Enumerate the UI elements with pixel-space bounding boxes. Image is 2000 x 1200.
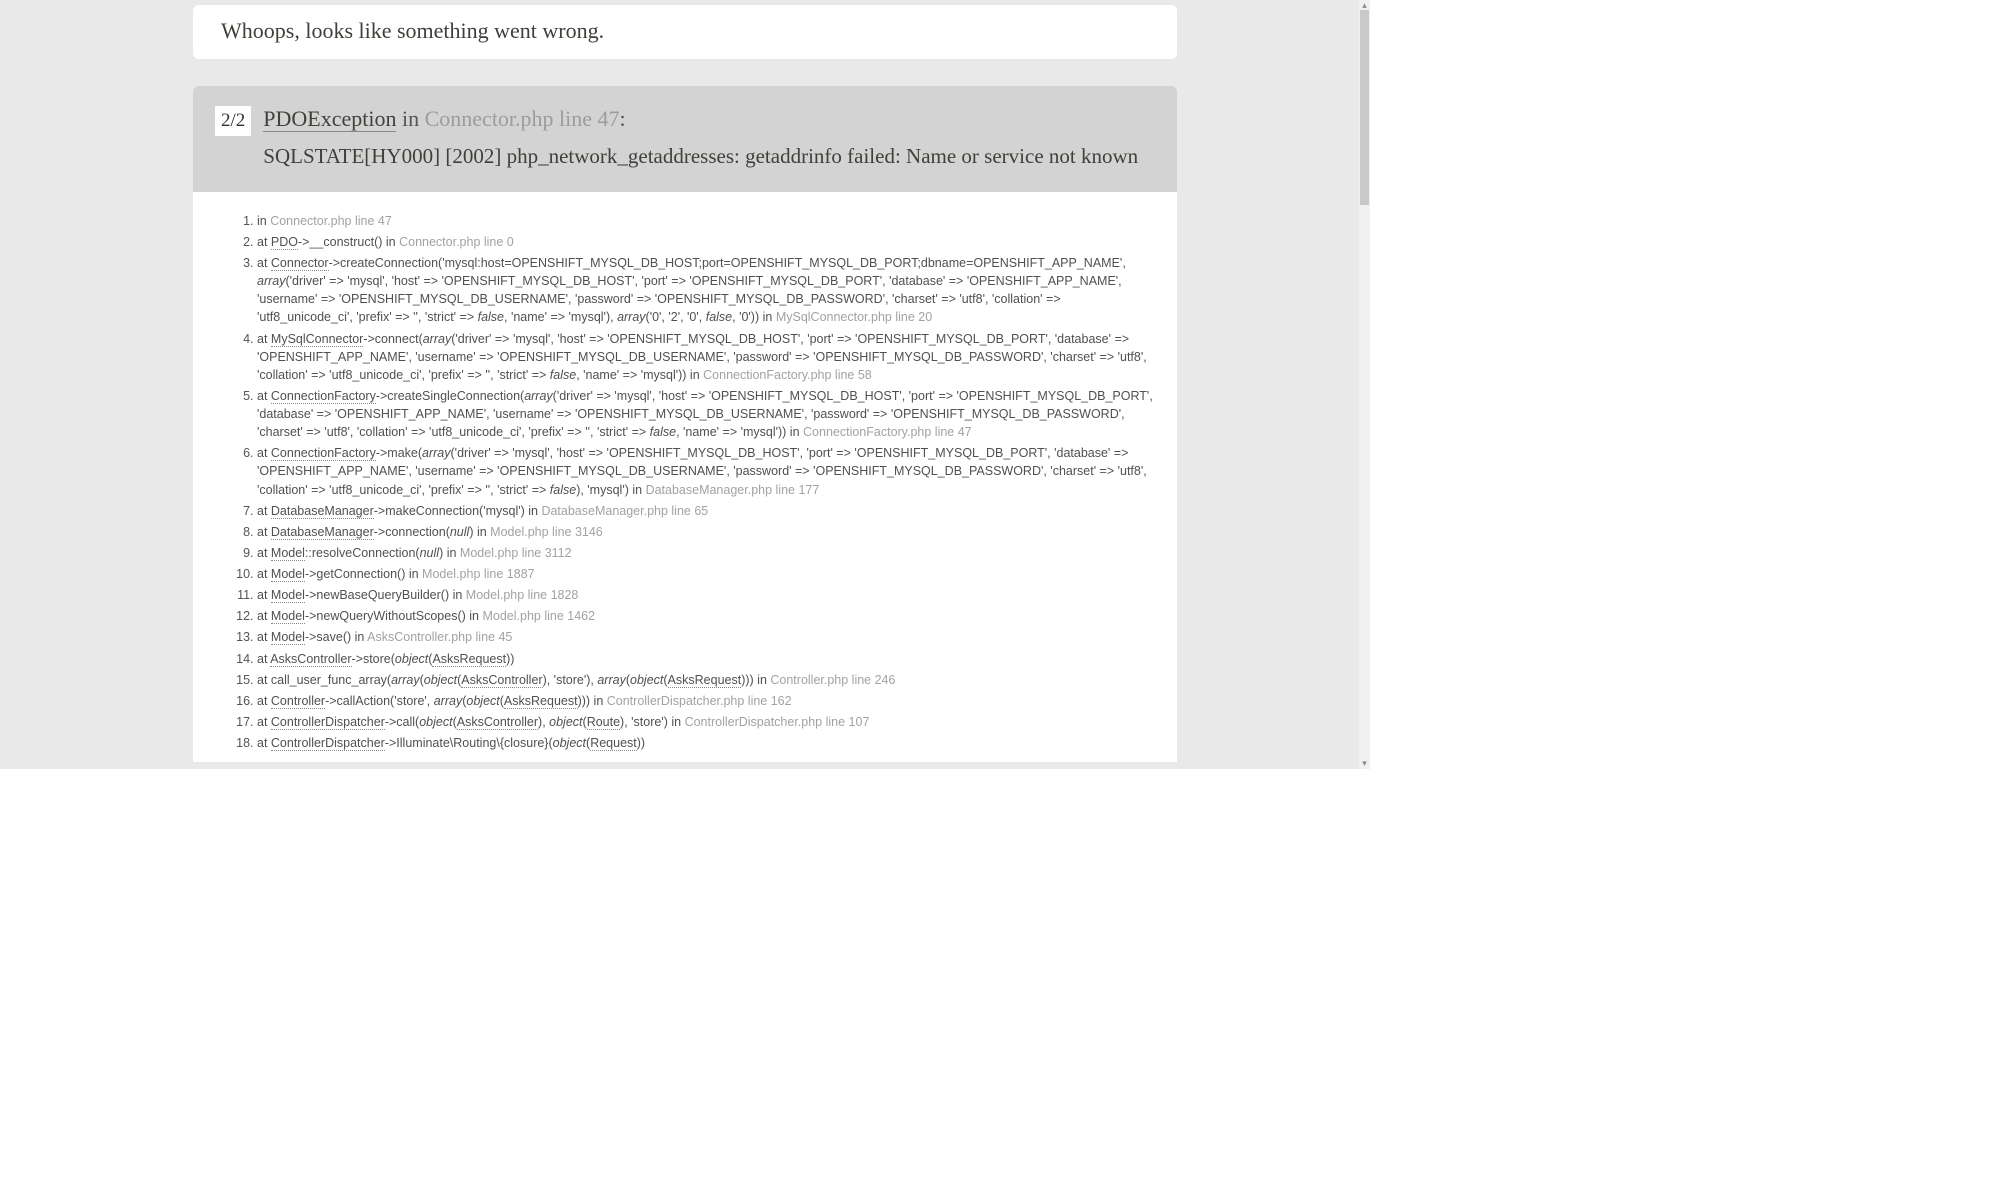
stack-italic: array bbox=[617, 310, 645, 324]
stack-class-link[interactable]: ControllerDispatcher bbox=[271, 715, 385, 730]
stack-italic: false bbox=[706, 310, 732, 324]
error-page-viewport: Whoops, looks like something went wrong.… bbox=[0, 0, 1370, 769]
stack-italic: object bbox=[419, 715, 452, 729]
stack-class-link[interactable]: Route bbox=[587, 715, 620, 730]
stack-italic: null bbox=[450, 525, 469, 539]
stack-trace-list: in Connector.php line 47at PDO->__constr… bbox=[199, 210, 1155, 753]
exception-message: SQLSTATE[HY000] [2002] php_network_getad… bbox=[263, 142, 1155, 170]
stack-location-link[interactable]: MySqlConnector.php line 20 bbox=[776, 310, 932, 324]
stack-italic: array bbox=[422, 446, 450, 460]
stack-frame: at Model->getConnection() in Model.php l… bbox=[257, 564, 1155, 585]
stack-trace: in Connector.php line 47at PDO->__constr… bbox=[193, 192, 1177, 761]
exception-location-link[interactable]: Connector.php line 47 bbox=[425, 106, 620, 131]
stack-location-link[interactable]: AsksController.php line 45 bbox=[367, 630, 512, 644]
stack-class-link[interactable]: Model bbox=[271, 630, 305, 645]
stack-class-link[interactable]: AsksController bbox=[461, 673, 542, 688]
stack-italic: array bbox=[524, 389, 552, 403]
stack-frame: at DatabaseManager->makeConnection('mysq… bbox=[257, 500, 1155, 521]
stack-class-link[interactable]: Model bbox=[271, 588, 305, 603]
stack-class-link[interactable]: MySqlConnector bbox=[271, 332, 363, 347]
stack-italic: false bbox=[650, 425, 676, 439]
stack-location-link[interactable]: Connector.php line 47 bbox=[270, 214, 392, 228]
exception-header: 2/2 PDOException in Connector.php line 4… bbox=[215, 106, 1155, 170]
whoops-text: Whoops, looks like something went wrong. bbox=[221, 18, 604, 43]
scrollbar-thumb[interactable] bbox=[1360, 10, 1369, 205]
stack-frame: at call_user_func_array(array(object(Ask… bbox=[257, 669, 1155, 690]
stack-class-link[interactable]: Request bbox=[590, 736, 637, 751]
stack-location-link[interactable]: Model.php line 1462 bbox=[482, 609, 595, 623]
stack-location-link[interactable]: DatabaseManager.php line 177 bbox=[646, 483, 820, 497]
stack-italic: array bbox=[257, 274, 285, 288]
stack-class-link[interactable]: DatabaseManager bbox=[271, 504, 374, 519]
stack-class-link[interactable]: ConnectionFactory bbox=[271, 446, 376, 461]
stack-frame: at Model->newBaseQueryBuilder() in Model… bbox=[257, 585, 1155, 606]
stack-class-link[interactable]: Model bbox=[271, 609, 305, 624]
stack-frame: at Model->newQueryWithoutScopes() in Mod… bbox=[257, 606, 1155, 627]
exception-colon: : bbox=[620, 106, 626, 131]
stack-frame: at ControllerDispatcher->Illuminate\Rout… bbox=[257, 733, 1155, 754]
stack-frame: at ConnectionFactory->createSingleConnec… bbox=[257, 385, 1155, 442]
stack-class-link[interactable]: AsksRequest bbox=[504, 694, 578, 709]
stack-frame: at ControllerDispatcher->call(object(Ask… bbox=[257, 711, 1155, 732]
scroll-down-arrow[interactable]: ▾ bbox=[1359, 758, 1370, 769]
exception-index-badge: 2/2 bbox=[215, 106, 251, 136]
whoops-banner: Whoops, looks like something went wrong. bbox=[193, 5, 1177, 59]
stack-frame: at AsksController->store(object(AsksRequ… bbox=[257, 648, 1155, 669]
stack-location-link[interactable]: Model.php line 3112 bbox=[460, 546, 572, 560]
stack-class-link[interactable]: AsksRequest bbox=[668, 673, 742, 688]
stack-frame: in Connector.php line 47 bbox=[257, 210, 1155, 231]
stack-location-link[interactable]: ConnectionFactory.php line 58 bbox=[703, 368, 872, 382]
page-content: Whoops, looks like something went wrong.… bbox=[0, 5, 1370, 762]
scrollbar-track[interactable]: ▴ ▾ bbox=[1359, 0, 1370, 769]
stack-italic: object bbox=[630, 673, 663, 687]
exception-in: in bbox=[396, 106, 424, 131]
stack-frame: at Controller->callAction('store', array… bbox=[257, 690, 1155, 711]
stack-location-link[interactable]: Connector.php line 0 bbox=[399, 235, 514, 249]
stack-class-link[interactable]: PDO bbox=[271, 235, 298, 250]
stack-location-link[interactable]: Model.php line 3146 bbox=[490, 525, 603, 539]
canvas: Whoops, looks like something went wrong.… bbox=[0, 0, 2000, 1200]
stack-class-link[interactable]: AsksController bbox=[270, 652, 351, 667]
stack-frame: at MySqlConnector->connect(array('driver… bbox=[257, 328, 1155, 385]
stack-class-link[interactable]: ConnectionFactory bbox=[271, 389, 376, 404]
stack-location-link[interactable]: Model.php line 1828 bbox=[466, 588, 579, 602]
stack-class-link[interactable]: Model bbox=[271, 567, 305, 582]
stack-class-link[interactable]: AsksController bbox=[457, 715, 538, 730]
stack-italic: false bbox=[478, 310, 504, 324]
stack-italic: array bbox=[423, 332, 451, 346]
stack-italic: object bbox=[424, 673, 457, 687]
stack-class-link[interactable]: Controller bbox=[271, 694, 325, 709]
stack-class-link[interactable]: DatabaseManager bbox=[271, 525, 374, 540]
stack-location-link[interactable]: ControllerDispatcher.php line 107 bbox=[685, 715, 870, 729]
stack-frame: at DatabaseManager->connection(null) in … bbox=[257, 521, 1155, 542]
exception-heading: PDOException in Connector.php line 47: S… bbox=[263, 106, 1155, 170]
stack-italic: object bbox=[466, 694, 499, 708]
stack-class-link[interactable]: Connector bbox=[271, 256, 329, 271]
stack-italic: array bbox=[597, 673, 625, 687]
exception-box: 2/2 PDOException in Connector.php line 4… bbox=[193, 86, 1177, 192]
stack-location-link[interactable]: ControllerDispatcher.php line 162 bbox=[607, 694, 792, 708]
stack-class-link[interactable]: ControllerDispatcher bbox=[271, 736, 385, 751]
stack-italic: array bbox=[434, 694, 462, 708]
stack-class-link[interactable]: AsksRequest bbox=[432, 652, 506, 667]
stack-frame: at ConnectionFactory->make(array('driver… bbox=[257, 443, 1155, 500]
stack-frame: at Connector->createConnection('mysql:ho… bbox=[257, 253, 1155, 329]
stack-italic: object bbox=[549, 715, 582, 729]
stack-italic: null bbox=[420, 546, 439, 560]
exception-class-link[interactable]: PDOException bbox=[263, 106, 396, 132]
stack-italic: object bbox=[395, 652, 428, 666]
stack-location-link[interactable]: Controller.php line 246 bbox=[770, 673, 895, 687]
stack-location-link[interactable]: DatabaseManager.php line 65 bbox=[541, 504, 708, 518]
stack-location-link[interactable]: Model.php line 1887 bbox=[422, 567, 535, 581]
stack-italic: false bbox=[550, 483, 576, 497]
stack-italic: false bbox=[550, 368, 576, 382]
stack-frame: at Model::resolveConnection(null) in Mod… bbox=[257, 542, 1155, 563]
stack-frame: at Model->save() in AsksController.php l… bbox=[257, 627, 1155, 648]
stack-class-link[interactable]: Model bbox=[271, 546, 305, 561]
stack-frame: at PDO->__construct() in Connector.php l… bbox=[257, 231, 1155, 252]
stack-italic: array bbox=[391, 673, 419, 687]
stack-italic: object bbox=[553, 736, 586, 750]
stack-location-link[interactable]: ConnectionFactory.php line 47 bbox=[803, 425, 972, 439]
